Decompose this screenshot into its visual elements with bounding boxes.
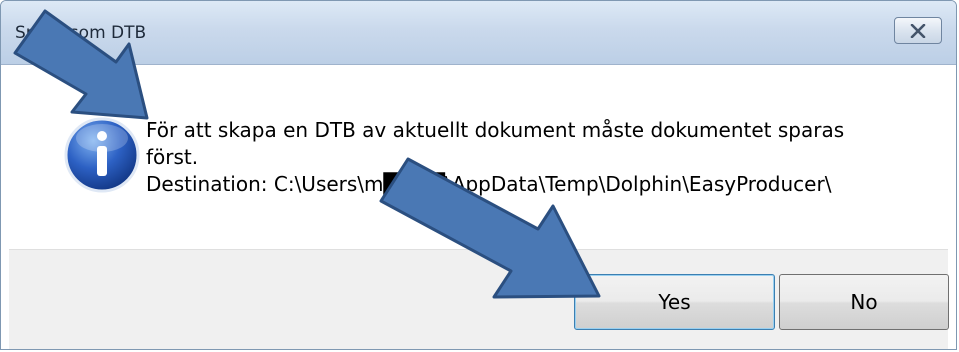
message-dialog: Spara som DTB För att skapa en DTB av ak… [0, 0, 957, 350]
button-bar: Yes No [9, 249, 949, 349]
message-line-2: först. [146, 145, 199, 169]
yes-button[interactable]: Yes [574, 274, 775, 330]
close-icon [910, 23, 926, 38]
no-button[interactable]: No [779, 274, 949, 330]
window-title: Spara som DTB [15, 23, 147, 43]
title-bar[interactable]: Spara som DTB [1, 1, 956, 65]
message-line-1: För att skapa en DTB av aktuellt dokumen… [146, 118, 845, 142]
dialog-body: För att skapa en DTB av aktuellt dokumen… [9, 65, 949, 349]
screenshot-stage: Spara som DTB För att skapa en DTB av ak… [0, 0, 959, 352]
message-text: För att skapa en DTB av aktuellt dokumen… [146, 117, 926, 198]
info-icon [64, 117, 140, 193]
close-button[interactable] [894, 17, 942, 44]
message-line-3: Destination: C:\Users\m████\AppData\Temp… [146, 172, 832, 196]
